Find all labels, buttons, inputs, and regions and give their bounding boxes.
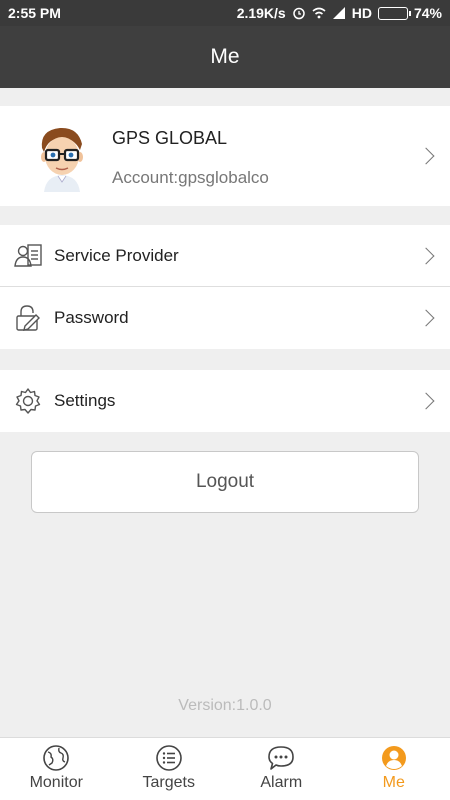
tab-me[interactable]: Me <box>338 738 450 800</box>
chevron-right-icon <box>417 392 435 410</box>
profile-account: Account:gpsglobalco <box>112 168 269 187</box>
tab-label-alarm: Alarm <box>260 774 303 791</box>
chevron-right-icon <box>417 309 435 327</box>
page-title: Me <box>210 45 240 68</box>
tab-targets[interactable]: Targets <box>113 738 226 800</box>
tab-alarm[interactable]: Alarm <box>225 738 338 800</box>
wifi-icon <box>312 7 326 19</box>
chat-icon <box>268 746 295 770</box>
lock-edit-icon <box>16 305 40 331</box>
menu-group-account: Service Provider Password <box>0 225 450 349</box>
globe-icon <box>43 745 70 771</box>
tab-label-monitor: Monitor <box>29 774 83 791</box>
profile-name: GPS GLOBAL <box>112 128 228 148</box>
net-speed: 2.19K/s <box>236 5 286 21</box>
menu-item-service-provider[interactable]: Service Provider <box>0 225 450 287</box>
avatar <box>41 127 83 192</box>
list-icon <box>155 745 182 771</box>
page-header: Me <box>0 26 450 88</box>
battery-percent: 74% <box>413 5 442 21</box>
tab-label-targets: Targets <box>142 774 195 791</box>
app-version: Version:1.0.0 <box>178 697 272 714</box>
menu-label-settings: Settings <box>54 391 116 410</box>
gear-icon <box>15 388 41 414</box>
menu-item-settings[interactable]: Settings <box>0 370 450 432</box>
network-type: HD <box>351 5 372 21</box>
menu-label-password: Password <box>54 308 129 327</box>
status-time: 2:55 PM <box>8 5 61 21</box>
chevron-right-icon <box>417 147 435 165</box>
logout-button[interactable]: Logout <box>31 451 419 513</box>
battery-icon <box>377 6 411 20</box>
person-icon <box>381 746 406 770</box>
profile-card[interactable]: GPS GLOBAL Account:gpsglobalco <box>0 106 450 206</box>
bottom-tab-bar: Monitor Targets Alarm Me <box>0 737 450 800</box>
signal-icon <box>332 7 345 19</box>
menu-group-settings: Settings <box>0 370 450 432</box>
status-right: 2.19K/s HD 74% <box>237 5 442 21</box>
menu-label-service-provider: Service Provider <box>54 245 179 265</box>
menu-item-password[interactable]: Password <box>0 287 450 349</box>
tab-label-me: Me <box>382 774 405 791</box>
contact-card-icon <box>14 244 42 267</box>
chevron-right-icon <box>417 247 435 265</box>
status-bar: 2:55 PM 2.19K/s HD 74% <box>0 0 450 26</box>
alarm-clock-icon <box>292 7 305 20</box>
tab-monitor[interactable]: Monitor <box>0 738 113 800</box>
